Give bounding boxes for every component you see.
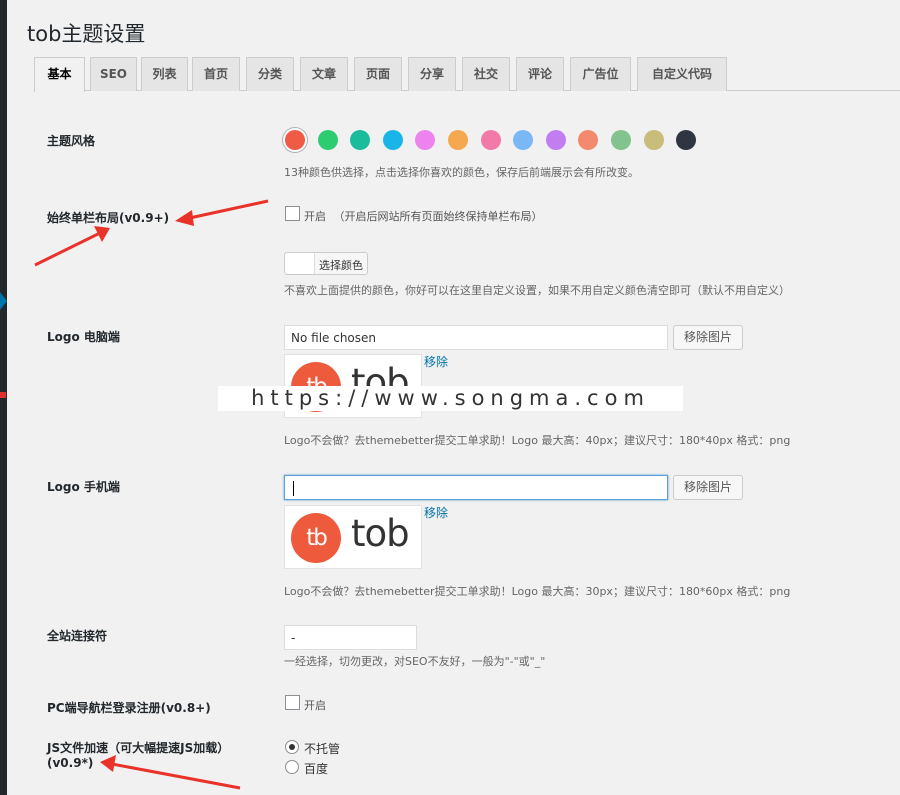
arrow-line (184, 199, 269, 221)
arrow-head (100, 755, 116, 772)
arrow-head (175, 210, 194, 226)
annotation-arrow-group (34, 199, 269, 790)
arrow-line (34, 231, 101, 267)
arrow-line (111, 762, 241, 790)
annotation-arrows (34, 199, 269, 790)
